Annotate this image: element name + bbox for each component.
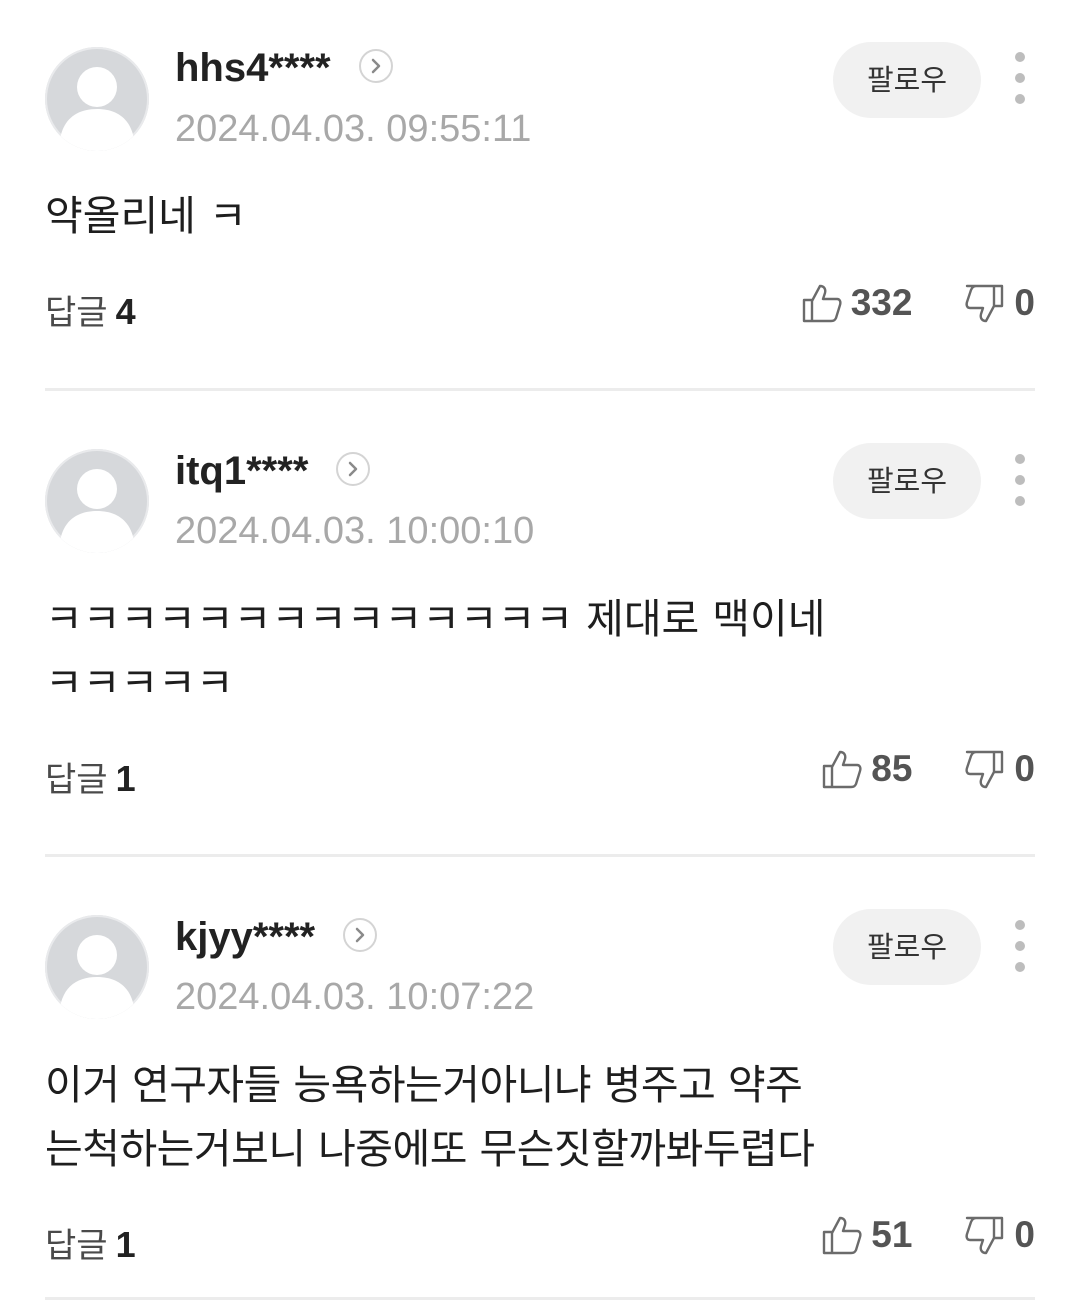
chevron-right-icon[interactable] [336,452,371,487]
comment-item: kjyy**** 2024.04.03. 10:07:22 팔로우 이거 연구자… [45,857,1035,1300]
reply-count: 4 [115,291,136,332]
reply-button[interactable]: 답글 1 [45,752,136,801]
chevron-right-icon[interactable] [343,918,378,953]
thumbs-down-icon [965,284,1004,323]
default-avatar-icon[interactable] [45,449,149,553]
comment-item: itq1**** 2024.04.03. 10:00:10 팔로우 ㅋㅋㅋㅋㅋㅋ… [45,391,1035,857]
follow-button[interactable]: 팔로우 [833,443,981,519]
chevron-right-icon[interactable] [358,49,393,84]
comment-timestamp: 2024.04.03. 10:00:10 [175,510,535,552]
comment-author[interactable]: itq1**** [175,447,371,495]
default-avatar-icon[interactable] [45,915,149,1019]
comment-text: 약올리네 ㅋ [45,192,247,240]
vote-group: 332 0 [801,282,1035,324]
reply-button[interactable]: 답글 4 [45,285,136,334]
dislike-count: 0 [1014,1214,1035,1255]
username-text[interactable]: itq1**** [175,449,308,493]
thumbs-up-icon [802,284,842,323]
follow-button[interactable]: 팔로우 [833,42,981,118]
reply-label: 답글 [45,293,108,333]
dislike-count: 0 [1014,748,1035,789]
reply-count: 1 [115,1224,136,1265]
dislike-button[interactable]: 0 [964,748,1035,790]
comment-timestamp: 2024.04.03. 10:07:22 [175,976,535,1018]
comment-text: 이거 연구자들 능욕하는거아니냐 병주고 약주 는척하는거보니 나중에또 무슨짓… [45,1061,815,1173]
dislike-count: 0 [1014,282,1035,323]
reply-label: 답글 [45,760,108,800]
like-button[interactable]: 332 [801,282,913,324]
vote-group: 51 0 [821,1214,1035,1256]
like-button[interactable]: 85 [821,748,912,790]
comment-item: hhs4**** 2024.04.03. 09:55:11 팔로우 약올리네 ㅋ… [45,0,1035,391]
dislike-button[interactable]: 0 [964,282,1035,324]
default-avatar-icon[interactable] [45,47,149,151]
thumbs-down-icon [965,750,1004,789]
reply-button[interactable]: 답글 1 [45,1218,136,1267]
follow-button[interactable]: 팔로우 [833,909,981,985]
comment-text: ㅋㅋㅋㅋㅋㅋㅋㅋㅋㅋㅋㅋㅋㅋ 제대로 맥이네 ㅋㅋㅋㅋㅋ [45,595,826,707]
comment-author[interactable]: hhs4**** [175,44,393,92]
reply-count: 1 [115,758,136,799]
more-vertical-icon[interactable] [1005,52,1035,104]
comment-author[interactable]: kjyy**** [175,913,378,961]
like-count: 51 [871,1214,913,1255]
thumbs-up-icon [823,750,862,789]
username-text[interactable]: kjyy**** [175,915,315,959]
username-text[interactable]: hhs4**** [175,46,331,90]
more-vertical-icon[interactable] [1005,920,1035,972]
like-button[interactable]: 51 [821,1214,912,1256]
dislike-button[interactable]: 0 [964,1214,1035,1256]
thumbs-up-icon [823,1216,862,1255]
vote-group: 85 0 [821,748,1035,790]
like-count: 85 [871,748,913,789]
comment-timestamp: 2024.04.03. 09:55:11 [175,108,532,150]
more-vertical-icon[interactable] [1005,454,1035,506]
thumbs-down-icon [965,1216,1004,1255]
reply-label: 답글 [45,1226,108,1266]
like-count: 332 [850,282,913,323]
